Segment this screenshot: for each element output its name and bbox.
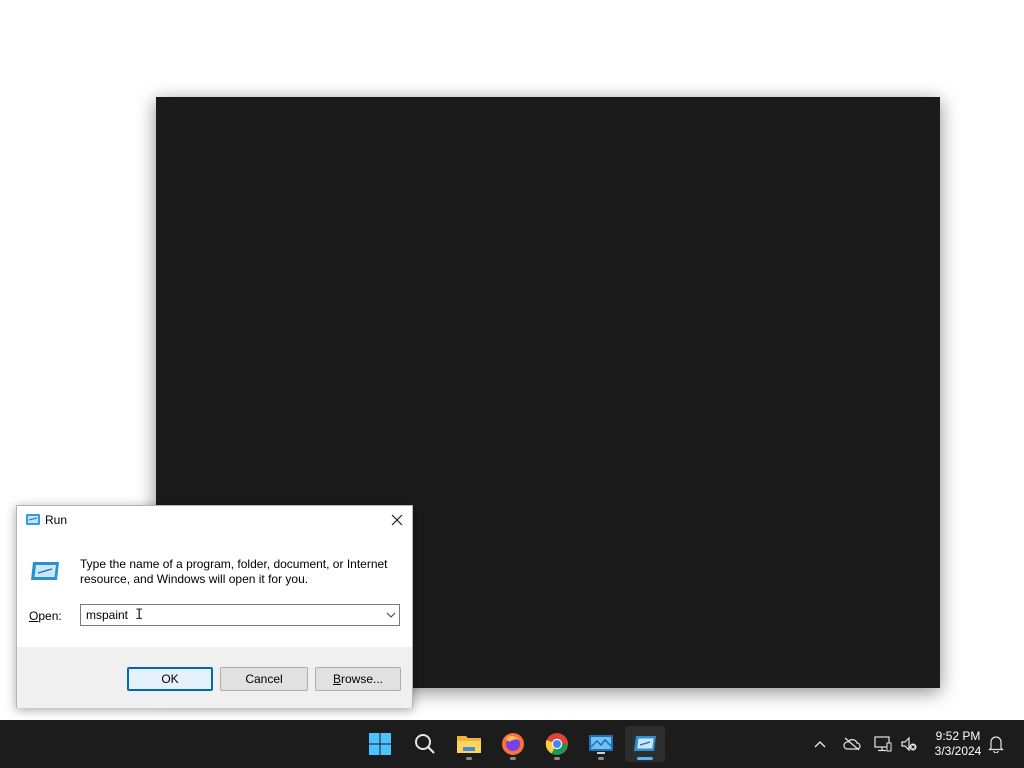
running-indicator — [598, 757, 604, 760]
chevron-up-icon — [814, 741, 826, 748]
network-icon — [874, 736, 892, 752]
close-button[interactable] — [382, 506, 412, 534]
file-explorer-icon — [457, 736, 481, 753]
open-label: Open: — [29, 609, 62, 623]
notifications-button[interactable] — [986, 734, 1006, 754]
open-input[interactable]: mspaint — [81, 608, 383, 622]
run-description: Type the name of a program, folder, docu… — [80, 557, 388, 586]
run-program-icon — [31, 562, 59, 580]
open-label-accesskey: O — [29, 609, 39, 623]
search-icon — [415, 734, 435, 754]
windows-start-icon — [369, 733, 391, 755]
close-icon — [391, 514, 403, 526]
open-combobox[interactable]: mspaint I — [80, 604, 400, 626]
run-dialog-title: Run — [45, 513, 68, 527]
running-indicator — [510, 757, 516, 760]
dropdown-chevron-button[interactable] — [383, 605, 399, 625]
firefox-button[interactable] — [493, 726, 533, 762]
text-cursor-icon: I — [135, 607, 144, 623]
network-tray-button[interactable] — [873, 734, 893, 754]
taskbar: 9:52 PM 3/3/2024 — [0, 720, 1024, 768]
remote-desktop-icon — [589, 735, 613, 754]
search-button[interactable] — [405, 726, 445, 762]
run-taskbar-button[interactable] — [625, 726, 665, 762]
clock-time: 9:52 PM — [935, 729, 981, 743]
running-indicator — [554, 757, 560, 760]
browse-accesskey: B — [332, 672, 341, 686]
run-titlebar[interactable]: Run — [17, 506, 412, 534]
firefox-icon — [502, 733, 524, 755]
chrome-button[interactable] — [537, 726, 577, 762]
chrome-icon — [545, 733, 568, 755]
browse-label: rowse... — [341, 672, 384, 686]
ok-button[interactable]: OK — [127, 667, 213, 691]
file-explorer-button[interactable] — [449, 726, 489, 762]
running-indicator — [637, 757, 653, 760]
clock-date: 3/3/2024 — [934, 744, 982, 758]
run-app-icon — [634, 736, 656, 751]
run-dialog: Run Type the name of a program, folder, … — [16, 505, 413, 708]
open-label-text: pen: — [38, 609, 62, 623]
clock[interactable]: 9:52 PM 3/3/2024 — [928, 729, 988, 759]
chevron-down-icon — [386, 612, 396, 618]
remote-desktop-button[interactable] — [581, 726, 621, 762]
running-indicator — [466, 757, 472, 760]
cancel-button[interactable]: Cancel — [220, 667, 308, 691]
volume-muted-icon — [901, 736, 917, 752]
notification-bell-icon — [988, 736, 1004, 753]
onedrive-tray-button[interactable] — [842, 734, 862, 754]
cloud-off-icon — [843, 737, 861, 751]
run-app-icon — [26, 514, 40, 525]
start-button[interactable] — [360, 726, 400, 762]
volume-tray-button[interactable] — [899, 734, 919, 754]
browse-button[interactable]: Browse... — [315, 667, 401, 691]
show-hidden-icons-button[interactable] — [810, 734, 830, 754]
